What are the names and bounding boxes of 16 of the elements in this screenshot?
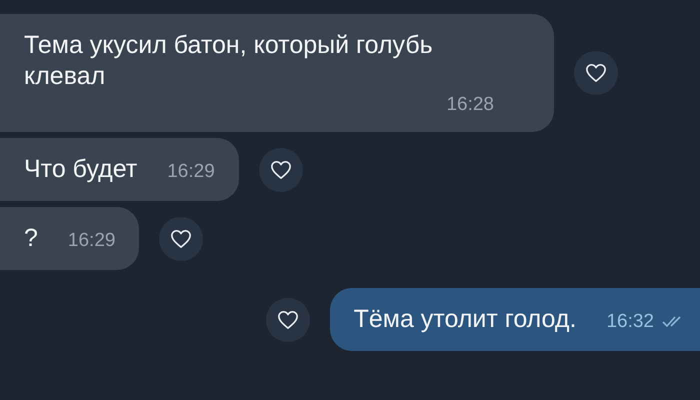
message-time: 16:28 — [446, 93, 494, 117]
message-time: 16:29 — [68, 229, 116, 253]
message-time: 16:32 — [606, 310, 654, 334]
heart-icon — [270, 160, 292, 180]
message-text: Тёма утолит голод. — [354, 304, 576, 335]
heart-icon — [276, 310, 299, 330]
reaction-button[interactable] — [159, 216, 204, 260]
message-text: Тема укусил батон, который голубь клевал — [24, 30, 434, 92]
reaction-button[interactable] — [574, 51, 618, 95]
message-text: Что будет — [24, 154, 138, 185]
message-text: ? — [24, 223, 38, 254]
heart-icon — [585, 63, 607, 83]
heart-icon — [170, 228, 192, 248]
reaction-button[interactable] — [266, 298, 310, 342]
message-time: 16:29 — [167, 160, 215, 184]
reaction-button[interactable] — [258, 148, 303, 192]
